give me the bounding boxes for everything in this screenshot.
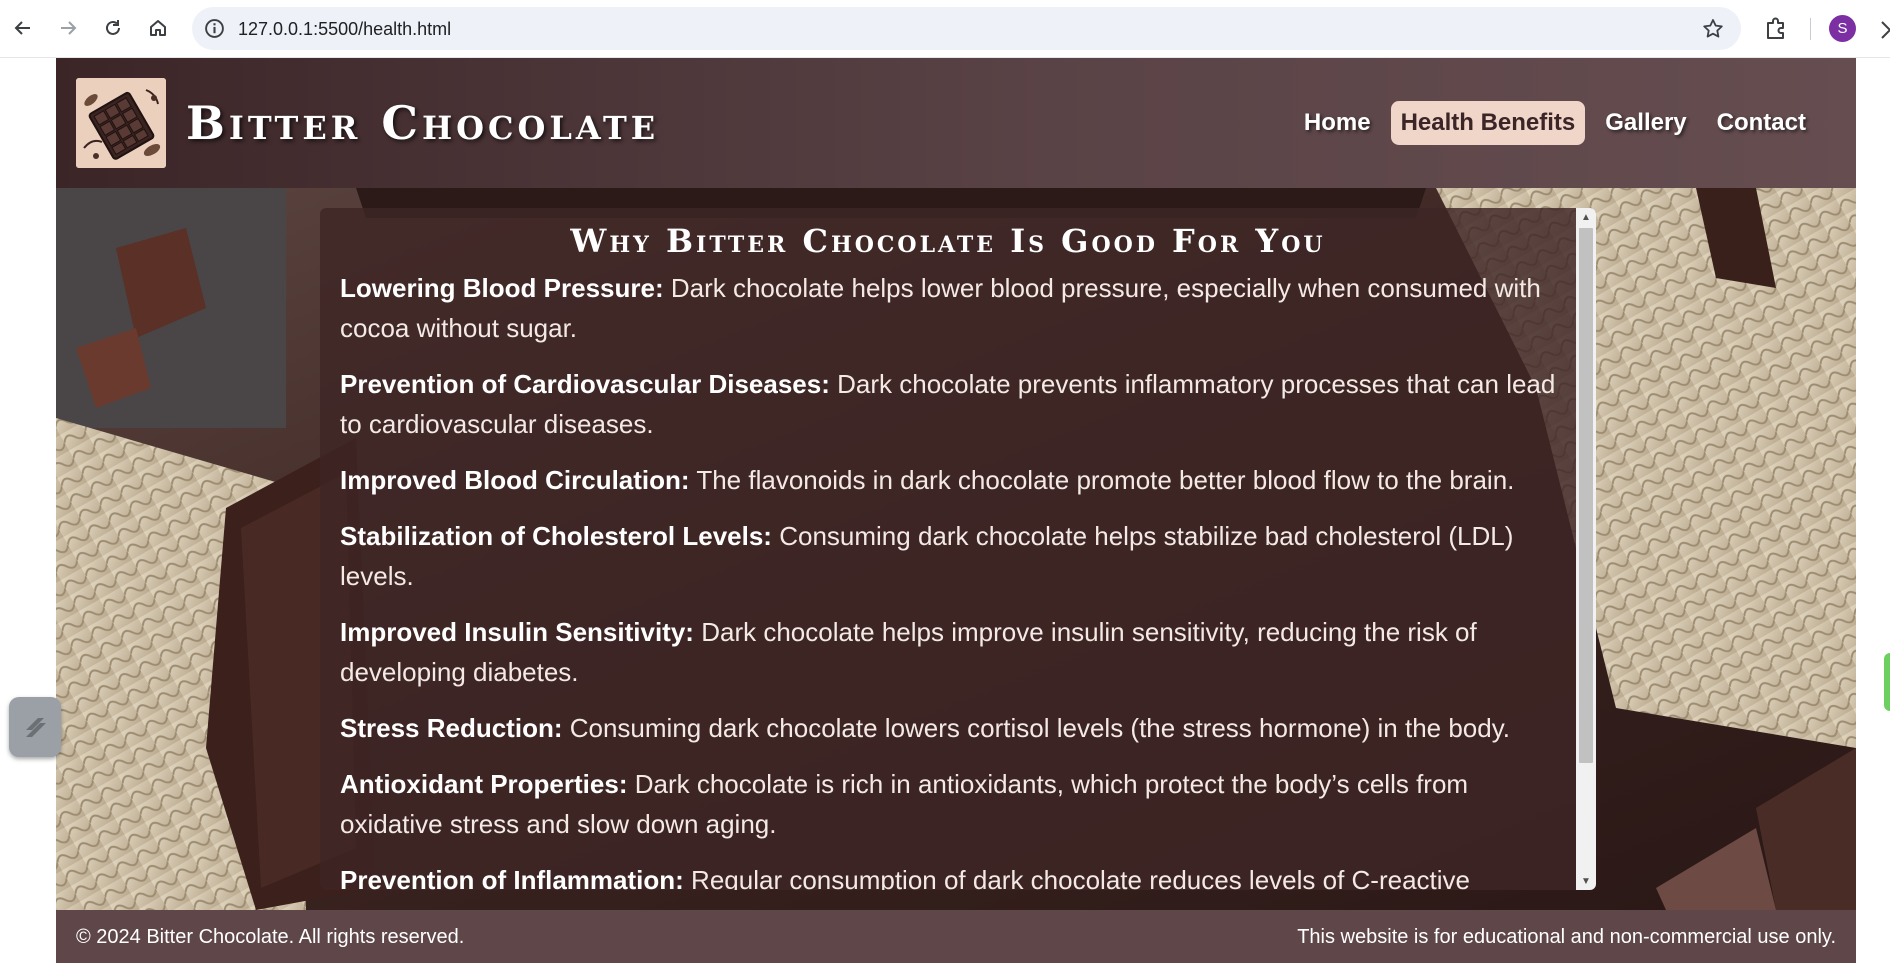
address-bar[interactable]: 127.0.0.1:5500/health.html [192,7,1741,50]
scrollbar-thumb[interactable] [1579,228,1593,763]
benefit-item: Stabilization of Cholesterol Levels: Con… [320,516,1576,596]
home-button[interactable] [140,10,176,46]
panel-heading: Why Bitter Chocolate Is Good For You [570,222,1326,260]
copyright-text: © 2024 Bitter Chocolate. All rights rese… [76,926,465,948]
benefit-title: Antioxidant Properties: [340,769,628,799]
forward-button[interactable] [50,10,86,46]
usage-notice: This website is for educational and non-… [1297,926,1836,948]
extensions-icon[interactable] [1761,14,1791,44]
benefits-scroll-area[interactable]: Why Bitter Chocolate Is Good For You Low… [320,208,1576,890]
nav-home[interactable]: Home [1294,101,1381,145]
benefit-item: Improved Insulin Sensitivity: Dark choco… [320,612,1576,692]
browser-toolbar: 127.0.0.1:5500/health.html S [0,0,1890,58]
benefit-title: Prevention of Cardiovascular Diseases: [340,369,830,399]
floating-extension-button[interactable] [9,697,61,757]
side-panel-tab[interactable] [1884,653,1890,711]
benefit-item: Improved Blood Circulation: The flavonoi… [320,460,1576,500]
benefit-item: Stress Reduction: Consuming dark chocola… [320,708,1576,748]
benefit-title: Prevention of Inflammation: [340,865,684,890]
back-button[interactable] [5,10,41,46]
benefit-text: Consuming dark chocolate lowers cortisol… [569,713,1511,743]
site-header: Bitter Chocolate Home Health Benefits Ga… [56,58,1856,188]
reload-icon [106,20,120,35]
menu-icon[interactable] [1874,18,1890,42]
scroll-down-arrow-icon[interactable]: ▼ [1576,872,1596,890]
toolbar-divider [1810,18,1811,40]
home-icon [150,20,166,36]
nav-gallery[interactable]: Gallery [1595,101,1696,145]
extension-logo-icon [26,718,46,737]
benefit-item: Prevention of Cardiovascular Diseases: D… [320,364,1576,444]
chocolate-logo[interactable] [76,78,166,168]
forward-icon [61,21,77,35]
web-page: Bitter Chocolate Home Health Benefits Ga… [56,58,1856,963]
site-footer: © 2024 Bitter Chocolate. All rights rese… [56,910,1856,963]
profile-avatar[interactable]: S [1829,15,1856,42]
back-icon [14,21,30,35]
main-nav: Home Health Benefits Gallery Contact [1294,101,1856,145]
benefit-item: Prevention of Inflammation: Regular cons… [320,860,1576,890]
benefit-title: Improved Blood Circulation: [340,465,690,495]
benefit-text: The flavonoids in dark chocolate promote… [696,465,1515,495]
star-icon[interactable] [1701,17,1725,41]
benefit-item: Antioxidant Properties: Dark chocolate i… [320,764,1576,844]
reload-button[interactable] [95,10,131,46]
site-title[interactable]: Bitter Chocolate [186,96,659,150]
benefit-item: Lowering Blood Pressure: Dark chocolate … [320,268,1576,348]
benefit-title: Improved Insulin Sensitivity: [340,617,694,647]
hero-section: Why Bitter Chocolate Is Good For You Low… [56,188,1856,910]
url-text[interactable]: 127.0.0.1:5500/health.html [238,19,451,40]
benefit-title: Stabilization of Cholesterol Levels: [340,521,772,551]
site-info-icon[interactable] [204,18,225,39]
health-benefits-panel[interactable]: Why Bitter Chocolate Is Good For You Low… [320,208,1596,890]
vertical-scrollbar[interactable]: ▲ ▼ [1576,208,1596,890]
benefit-title: Stress Reduction: [340,713,563,743]
nav-contact[interactable]: Contact [1707,101,1816,145]
nav-health-benefits[interactable]: Health Benefits [1390,101,1586,145]
benefit-title: Lowering Blood Pressure: [340,273,664,303]
scroll-up-arrow-icon[interactable]: ▲ [1576,208,1596,226]
